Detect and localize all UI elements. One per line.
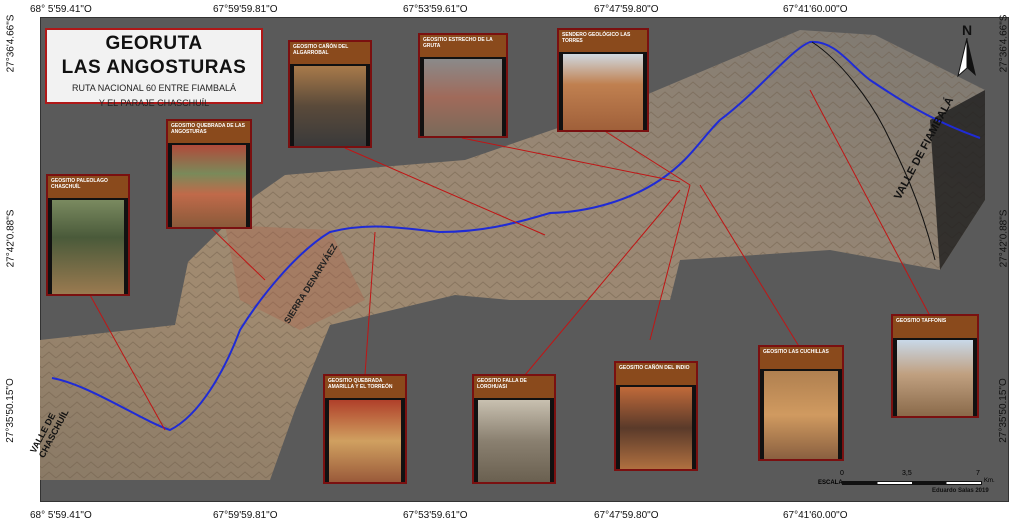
scale-tick-0: 0 <box>840 470 844 477</box>
card-title: GEOSITIO LAS CUCHILLAS <box>760 347 842 369</box>
card-title: GEOSITIO QUEBRADA DE LAS ANGOSTURAS <box>168 121 250 143</box>
card-title: GEOSITIO CAÑÓN DEL ALGARROBAL <box>290 42 370 64</box>
card-title: GEOSITIO ESTRECHO DE LA GRUTA <box>420 35 506 57</box>
card-photo <box>764 371 838 459</box>
card-torres[interactable]: SENDERO GEOLÓGICO LAS TORRES <box>557 28 649 132</box>
card-photo <box>172 145 246 227</box>
north-arrow: N <box>956 22 978 80</box>
card-photo <box>424 59 502 136</box>
card-photo <box>329 400 401 482</box>
scale-bar-graphic <box>842 481 982 485</box>
card-canon-indio[interactable]: GEOSITIO CAÑÓN DEL INDIO <box>614 361 698 471</box>
card-title: GEOSITIO PALEOLAGO CHASCHUÍL <box>48 176 128 198</box>
credit: Eduardo Salas 2019 <box>932 488 989 494</box>
card-photo <box>52 200 124 294</box>
subtitle-line-1: RUTA NACIONAL 60 ENTRE FIAMBALÁ <box>71 83 237 93</box>
subtitle-line-2: Y EL PARAJE CHASCHUÍL <box>98 98 210 108</box>
card-title: GEOSITIO TAFFONIS <box>893 316 977 338</box>
card-title: GEOSITIO CAÑÓN DEL INDIO <box>616 363 696 385</box>
scale-unit: Km. <box>984 478 995 484</box>
card-title: GEOSITIO FALLA DE LOROHUASI <box>474 376 554 398</box>
scale-bar: 0 3,5 7 ESCALA Km. <box>818 470 995 500</box>
card-photo <box>478 400 550 482</box>
card-cuchillas[interactable]: GEOSITIO LAS CUCHILLAS <box>758 345 844 461</box>
card-falla-lorohuasi[interactable]: GEOSITIO FALLA DE LOROHUASI <box>472 374 556 484</box>
card-title: SENDERO GEOLÓGICO LAS TORRES <box>559 30 647 52</box>
card-quebrada-angosturas[interactable]: GEOSITIO QUEBRADA DE LAS ANGOSTURAS <box>166 119 252 229</box>
card-gruta[interactable]: GEOSITIO ESTRECHO DE LA GRUTA <box>418 33 508 138</box>
card-algarrobal[interactable]: GEOSITIO CAÑÓN DEL ALGARROBAL <box>288 40 372 148</box>
scale-label: ESCALA <box>818 480 843 486</box>
title-line-2: LAS ANGOSTURAS <box>61 57 247 78</box>
scale-tick-1: 3,5 <box>902 470 912 477</box>
title-line-1: GEORUTA <box>105 33 203 54</box>
title-box: GEORUTA LAS ANGOSTURAS RUTA NACIONAL 60 … <box>45 28 263 108</box>
card-quebrada-amarilla[interactable]: GEOSITIO QUEBRADA AMARILLA Y EL TORREÓN <box>323 374 407 484</box>
north-arrow-icon <box>957 37 976 78</box>
card-title: GEOSITIO QUEBRADA AMARILLA Y EL TORREÓN <box>325 376 405 398</box>
north-letter: N <box>961 22 973 38</box>
map-frame: 68° 5'59.41"O 67°59'59.81"O 67°53'59.61"… <box>0 0 1024 525</box>
card-taffonis[interactable]: GEOSITIO TAFFONIS <box>891 314 979 418</box>
card-photo <box>897 340 973 416</box>
card-photo <box>294 66 366 146</box>
card-paleolago[interactable]: GEOSITIO PALEOLAGO CHASCHUÍL <box>46 174 130 296</box>
scale-tick-2: 7 <box>976 470 980 477</box>
card-photo <box>620 387 692 469</box>
card-photo <box>563 54 643 130</box>
